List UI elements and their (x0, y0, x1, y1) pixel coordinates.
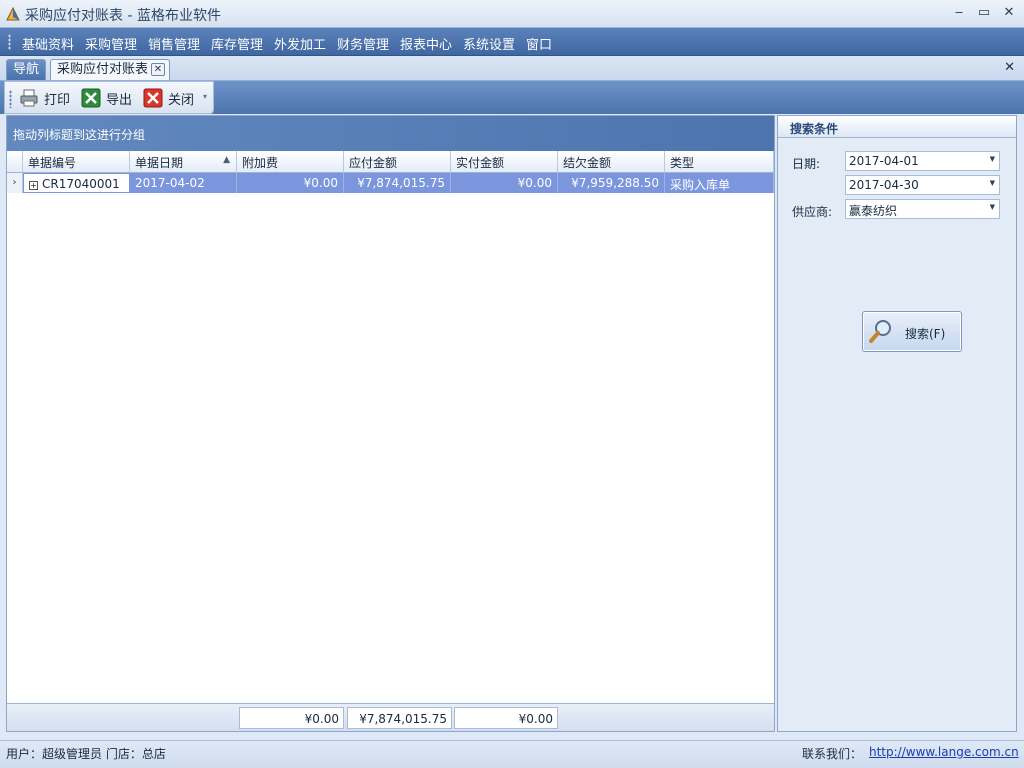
group-by-area[interactable]: 拖动列标题到这进行分组 (7, 116, 774, 151)
date-label: 日期: (792, 157, 821, 171)
supplier-select[interactable]: 赢泰纺织 ▼ (845, 199, 1000, 219)
minimize-button[interactable]: ‒ (948, 3, 970, 23)
tab-close-icon[interactable]: ✕ (151, 63, 165, 76)
column-header-owed[interactable]: 结欠金额 (558, 151, 665, 173)
close-button[interactable]: 关闭 (143, 87, 194, 109)
column-header-paid[interactable]: 实付金额 (451, 151, 558, 173)
export-button[interactable]: 导出 (81, 87, 132, 109)
export-label: 导出 (106, 92, 133, 108)
tab-payable-reconciliation[interactable]: 采购应付对账表 ✕ (50, 59, 170, 80)
supplier-value: 赢泰纺织 (849, 204, 898, 218)
table-cell-type[interactable]: 采购入库单 (665, 173, 774, 193)
column-header-date-label: 单据日期 (135, 156, 184, 170)
contact-label: 联系我们： (802, 747, 863, 761)
menu-reports[interactable]: 报表中心 (400, 34, 452, 53)
menu-settings[interactable]: 系统设置 (463, 34, 515, 53)
table-cell-paid[interactable]: ¥0.00 (451, 173, 558, 193)
print-button[interactable]: 打印 (19, 87, 70, 109)
search-button[interactable]: 搜索(F) (862, 311, 962, 352)
excel-icon (81, 88, 101, 108)
tab-label: 采购应付对账表 (57, 62, 149, 77)
date-to-value: 2017-04-30 (849, 178, 919, 192)
menu-window[interactable]: 窗口 (526, 34, 552, 53)
chevron-down-icon[interactable]: ▼ (990, 203, 995, 211)
printer-icon (20, 89, 38, 107)
tab-navigation[interactable]: 导航 (6, 59, 47, 80)
document-tab-bar: 导航 采购应付对账表 ✕ ✕ (0, 56, 1024, 80)
data-grid: 拖动列标题到这进行分组 单据编号 单据日期 ▲ 附加费 应付金额 实付金额 结欠… (6, 115, 775, 732)
menu-grip (8, 34, 11, 50)
column-header-payable[interactable]: 应付金额 (344, 151, 451, 173)
date-from-value: 2017-04-01 (849, 154, 919, 168)
chevron-down-icon[interactable]: ▼ (990, 179, 995, 187)
close-all-tabs-icon[interactable]: ✕ (1004, 60, 1015, 75)
sort-ascending-icon: ▲ (223, 155, 230, 165)
chevron-down-icon[interactable]: ▼ (990, 155, 995, 163)
status-bar: 用户：超级管理员 门店：总店 联系我们： http://www.lange.co… (0, 740, 1024, 768)
grid-footer-totals: ¥0.00 ¥7,874,015.75 ¥0.00 (7, 703, 774, 731)
column-header-type[interactable]: 类型 (665, 151, 774, 173)
total-payable: ¥7,874,015.75 (347, 707, 452, 729)
search-panel-title: 搜索条件 (778, 116, 1016, 138)
table-cell-extra-fee[interactable]: ¥0.00 (237, 173, 344, 193)
row-indicator-header (7, 151, 23, 173)
close-icon (143, 88, 163, 108)
row-indicator-icon: › (7, 173, 23, 193)
toolbar-overflow-icon[interactable]: ▾ (203, 92, 207, 101)
doc-no-value: CR17040001 (42, 177, 120, 191)
window-title: 采购应付对账表 - 蓝格布业软件 (25, 8, 221, 24)
menu-sales[interactable]: 销售管理 (148, 34, 200, 53)
total-paid: ¥0.00 (454, 707, 558, 729)
date-to-picker[interactable]: 2017-04-30 ▼ (845, 175, 1000, 195)
print-label: 打印 (44, 92, 71, 108)
table-cell-date[interactable]: 2017-04-02 (130, 173, 237, 193)
close-label: 关闭 (168, 92, 195, 108)
toolbar-strip: 打印 导出 关闭 ▾ (0, 80, 1024, 114)
total-extra-fee: ¥0.00 (239, 707, 344, 729)
menu-inventory[interactable]: 库存管理 (211, 34, 263, 53)
menu-finance[interactable]: 财务管理 (337, 34, 389, 53)
table-cell-owed[interactable]: ¥7,959,288.50 (558, 173, 665, 193)
search-button-label: 搜索(F) (905, 327, 946, 341)
maximize-button[interactable]: ▭ (973, 3, 995, 23)
expand-icon[interactable]: + (29, 181, 38, 190)
title-bar: 采购应付对账表 - 蓝格布业软件 ‒ ▭ ✕ (0, 0, 1024, 28)
toolbar-grip (9, 90, 12, 108)
column-header-doc-no[interactable]: 单据编号 (23, 151, 130, 173)
table-cell-doc-no[interactable]: + CR17040001 (23, 173, 130, 193)
toolbar: 打印 导出 关闭 ▾ (4, 81, 214, 114)
column-header-date[interactable]: 单据日期 ▲ (130, 151, 237, 173)
website-link[interactable]: http://www.lange.com.cn (869, 745, 1019, 759)
menu-bar: 基础资料 采购管理 销售管理 库存管理 外发加工 财务管理 报表中心 系统设置 … (0, 28, 1024, 56)
window-close-button[interactable]: ✕ (998, 3, 1020, 23)
date-from-picker[interactable]: 2017-04-01 ▼ (845, 151, 1000, 171)
menu-purchase[interactable]: 采购管理 (85, 34, 137, 53)
search-panel: 搜索条件 日期: 2017-04-01 ▼ 2017-04-30 ▼ 供应商: … (777, 115, 1017, 732)
menu-basic-data[interactable]: 基础资料 (22, 34, 74, 53)
magnifier-icon (869, 320, 891, 343)
menu-outsourcing[interactable]: 外发加工 (274, 34, 326, 53)
status-user-store: 用户：超级管理员 门店：总店 (6, 747, 166, 761)
table-cell-payable[interactable]: ¥7,874,015.75 (344, 173, 451, 193)
app-logo-icon (6, 6, 20, 21)
column-header-extra-fee[interactable]: 附加费 (237, 151, 344, 173)
tab-navigation-label: 导航 (13, 62, 40, 77)
supplier-label: 供应商: (792, 205, 833, 219)
